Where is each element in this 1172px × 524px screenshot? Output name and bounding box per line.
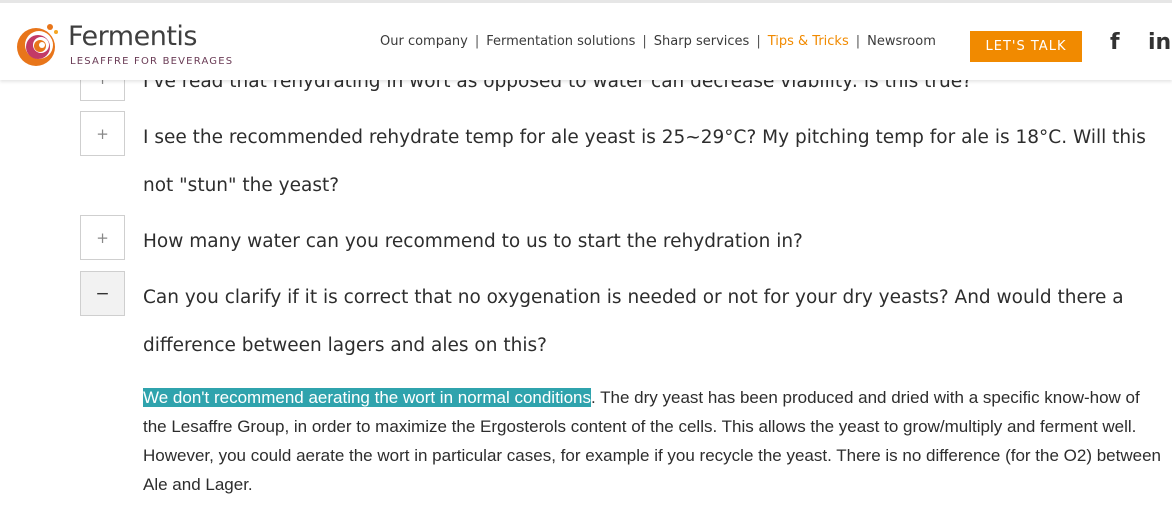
nav-separator: | xyxy=(474,34,480,49)
faq-toggle-plus-icon[interactable]: + xyxy=(80,215,125,260)
site-header: Fermentis LESAFFRE FOR BEVERAGES Our com… xyxy=(0,0,1172,80)
nav-tips-and-tricks[interactable]: Tips & Tricks xyxy=(768,34,849,49)
nav-newsroom[interactable]: Newsroom xyxy=(867,34,936,49)
main-nav: Our company | Fermentation solutions | S… xyxy=(380,34,936,49)
brand-name: Fermentis xyxy=(68,21,197,52)
faq-toggle-minus-icon[interactable]: − xyxy=(80,271,125,316)
nav-separator: | xyxy=(642,34,647,49)
faq-question-expanded[interactable]: Can you clarify if it is correct that no… xyxy=(143,274,1153,370)
fermentis-logo[interactable]: Fermentis LESAFFRE FOR BEVERAGES xyxy=(14,17,244,73)
brand-tagline: LESAFFRE FOR BEVERAGES xyxy=(70,56,234,67)
nav-separator: | xyxy=(855,34,861,49)
faq-question[interactable]: I see the recommended rehydrate temp for… xyxy=(143,114,1153,210)
faq-toggle-plus-icon[interactable]: + xyxy=(80,111,125,156)
nav-separator: | xyxy=(756,34,761,49)
faq-answer: We don't recommend aerating the wort in … xyxy=(143,383,1168,499)
nav-our-company[interactable]: Our company xyxy=(380,34,468,49)
facebook-icon[interactable]: f xyxy=(1110,30,1120,55)
nav-sharp-services[interactable]: Sharp services xyxy=(654,34,750,49)
lets-talk-button[interactable]: LET'S TALK xyxy=(970,31,1082,62)
faq-question[interactable]: How many water can you recommend to us t… xyxy=(143,218,1153,266)
answer-text-second: However, you could aerate the wort in pa… xyxy=(143,446,1161,494)
nav-fermentation-solutions[interactable]: Fermentation solutions xyxy=(486,34,635,49)
linkedin-icon[interactable]: in xyxy=(1148,30,1171,55)
fermentis-swirl-icon xyxy=(17,24,58,66)
highlighted-text: We don't recommend aerating the wort in … xyxy=(143,388,591,407)
